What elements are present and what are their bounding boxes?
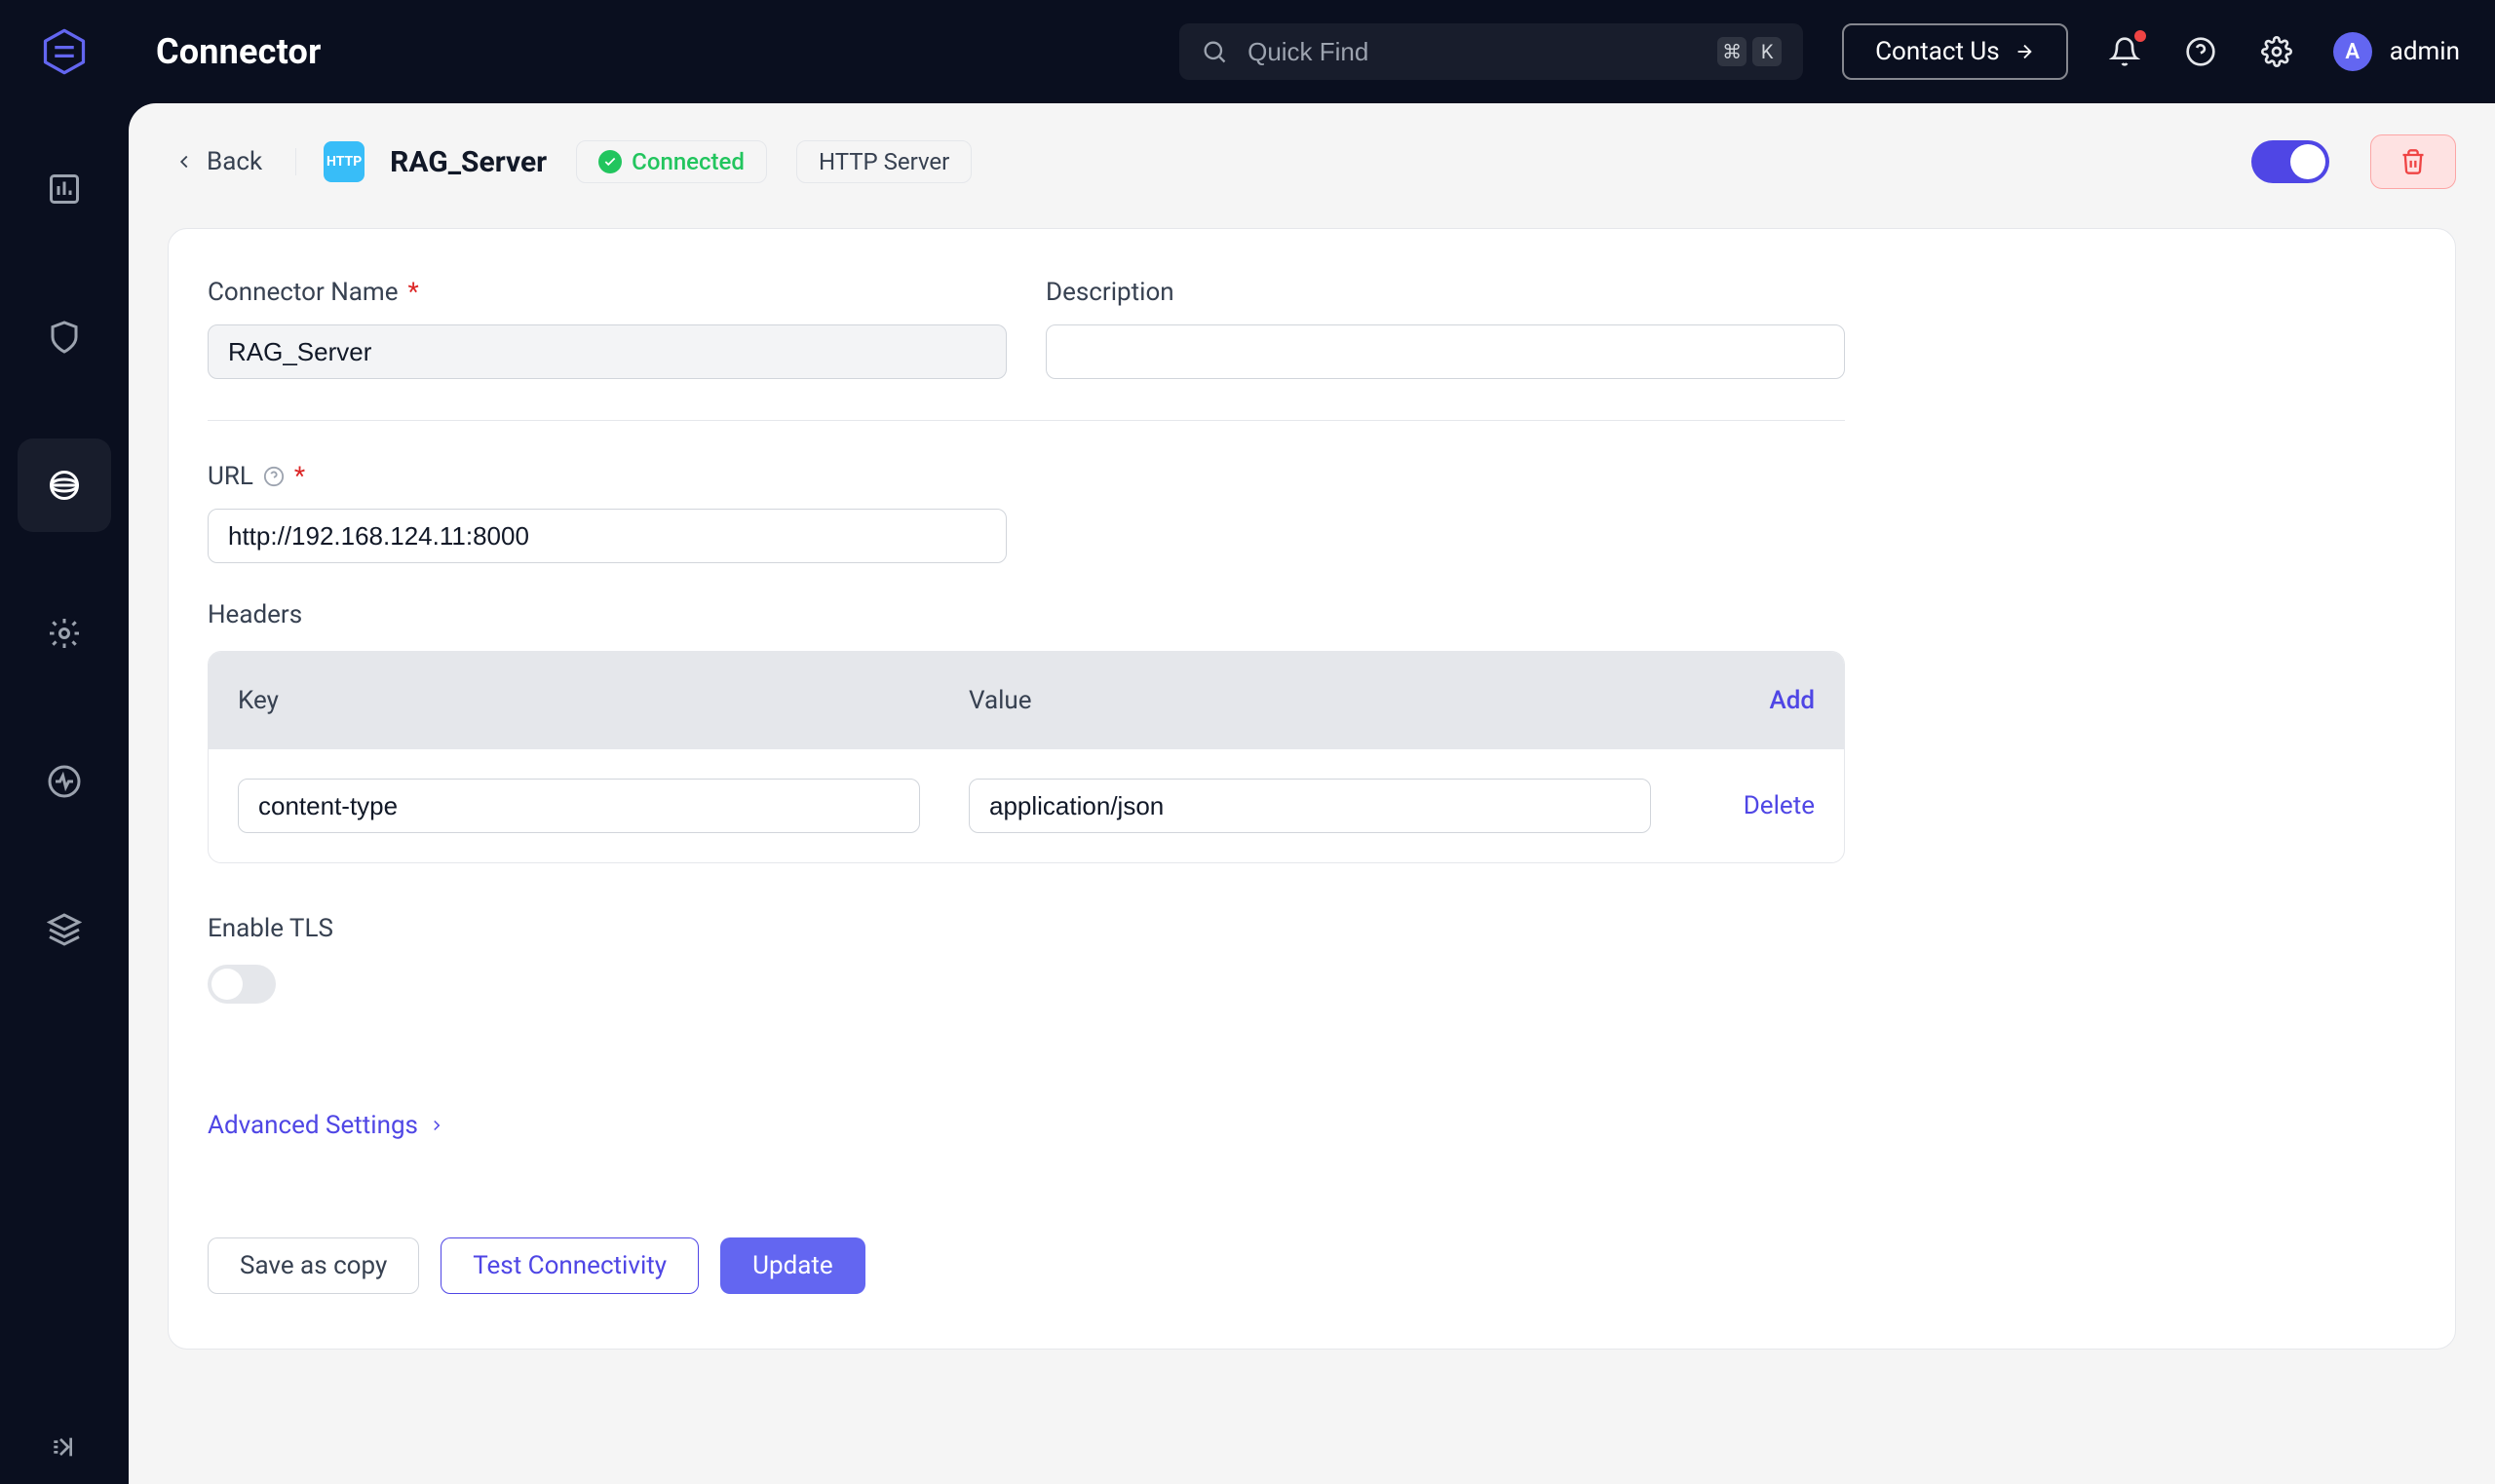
search-icon [1201,38,1228,65]
connector-name-label: Connector Name * [208,278,1007,307]
headers-key-column-label: Key [238,686,969,715]
delete-header-button[interactable]: Delete [1744,791,1815,820]
url-label-text: URL [208,462,253,491]
gear-icon [2261,36,2292,67]
settings-button[interactable] [2257,32,2296,71]
delete-button[interactable] [2370,134,2456,189]
enable-tls-toggle[interactable] [208,965,276,1004]
hexagon-logo-icon [39,26,90,77]
chevron-left-icon [173,151,195,172]
notifications-button[interactable] [2105,32,2144,71]
page-header-row: Back HTTP RAG_Server Connected HTTP Serv… [168,134,2456,189]
sidebar-item-layers[interactable] [18,883,111,976]
trash-icon [2399,148,2427,175]
quick-find-search[interactable]: ⌘ K [1179,23,1803,80]
cog-icon [47,616,82,651]
arrow-right-icon [2014,41,2035,62]
toggle-knob [2290,144,2325,179]
connector-name-label-text: Connector Name [208,278,398,307]
separator [295,148,296,175]
bar-chart-icon [47,171,82,207]
url-label: URL * [208,462,1007,491]
required-marker: * [407,278,418,307]
chevron-right-icon [428,1117,445,1134]
advanced-settings-link[interactable]: Advanced Settings [208,1111,445,1140]
connector-form-card: Connector Name * Description URL [168,228,2456,1350]
bell-icon [2109,36,2140,67]
stack-icon [47,468,82,503]
save-as-copy-button[interactable]: Save as copy [208,1237,419,1294]
sidebar-collapse-button[interactable] [0,1431,129,1463]
headers-table: Key Value Add Delete [208,651,1845,863]
kbd-cmd: ⌘ [1717,37,1746,66]
description-label: Description [1046,278,1845,307]
sidebar-item-monitoring[interactable] [18,735,111,828]
layers-icon [47,912,82,947]
headers-section-label: Headers [208,600,2416,629]
sidebar-item-dashboard[interactable] [18,142,111,236]
form-footer-actions: Save as copy Test Connectivity Update [208,1237,2416,1294]
contact-us-button[interactable]: Contact Us [1842,23,2068,80]
sidebar [0,103,129,1484]
status-label: Connected [632,148,745,175]
description-input[interactable] [1046,324,1845,379]
headers-value-column-label: Value [969,686,1769,715]
avatar: A [2333,32,2372,71]
test-connectivity-button[interactable]: Test Connectivity [441,1237,699,1294]
advanced-settings-label: Advanced Settings [208,1111,418,1140]
notification-dot [2134,30,2146,42]
back-button[interactable]: Back [168,143,268,180]
required-marker: * [294,462,305,491]
headers-table-row: Delete [209,749,1844,862]
sidebar-item-connectors[interactable] [18,438,111,532]
connector-type-icon: HTTP [324,141,365,182]
check-circle-icon [598,150,622,173]
headers-table-head: Key Value Add [209,652,1844,749]
header-key-input[interactable] [238,779,920,833]
shield-icon [47,320,82,355]
collapse-icon [49,1431,80,1463]
status-badge: Connected [576,140,767,183]
divider [208,420,1845,421]
sidebar-item-config[interactable] [18,587,111,680]
connector-name-input[interactable] [208,324,1007,379]
help-circle-icon [2185,36,2216,67]
content-area: Back HTTP RAG_Server Connected HTTP Serv… [129,103,2495,1484]
entity-title: RAG_Server [390,145,547,179]
back-label: Back [207,147,262,176]
username-label: admin [2390,37,2460,66]
quick-find-input[interactable] [1246,36,1700,68]
enable-tls-label: Enable TLS [208,914,2416,943]
top-bar: Connector ⌘ K Contact Us [0,0,2495,103]
user-menu[interactable]: A admin [2333,32,2460,71]
page-title: Connector [156,31,321,72]
header-value-input[interactable] [969,779,1651,833]
url-input[interactable] [208,509,1007,563]
add-header-button[interactable]: Add [1769,686,1815,715]
toggle-knob [211,969,243,1000]
contact-us-label: Contact Us [1875,37,2000,66]
sidebar-item-security[interactable] [18,290,111,384]
activity-icon [47,764,82,799]
app-logo [35,22,94,81]
enable-connector-toggle[interactable] [2251,140,2329,183]
keyboard-shortcut: ⌘ K [1717,37,1782,66]
type-badge: HTTP Server [796,140,972,183]
help-button[interactable] [2181,32,2220,71]
help-circle-icon[interactable] [263,466,285,487]
kbd-key: K [1752,37,1782,66]
update-button[interactable]: Update [720,1237,865,1294]
